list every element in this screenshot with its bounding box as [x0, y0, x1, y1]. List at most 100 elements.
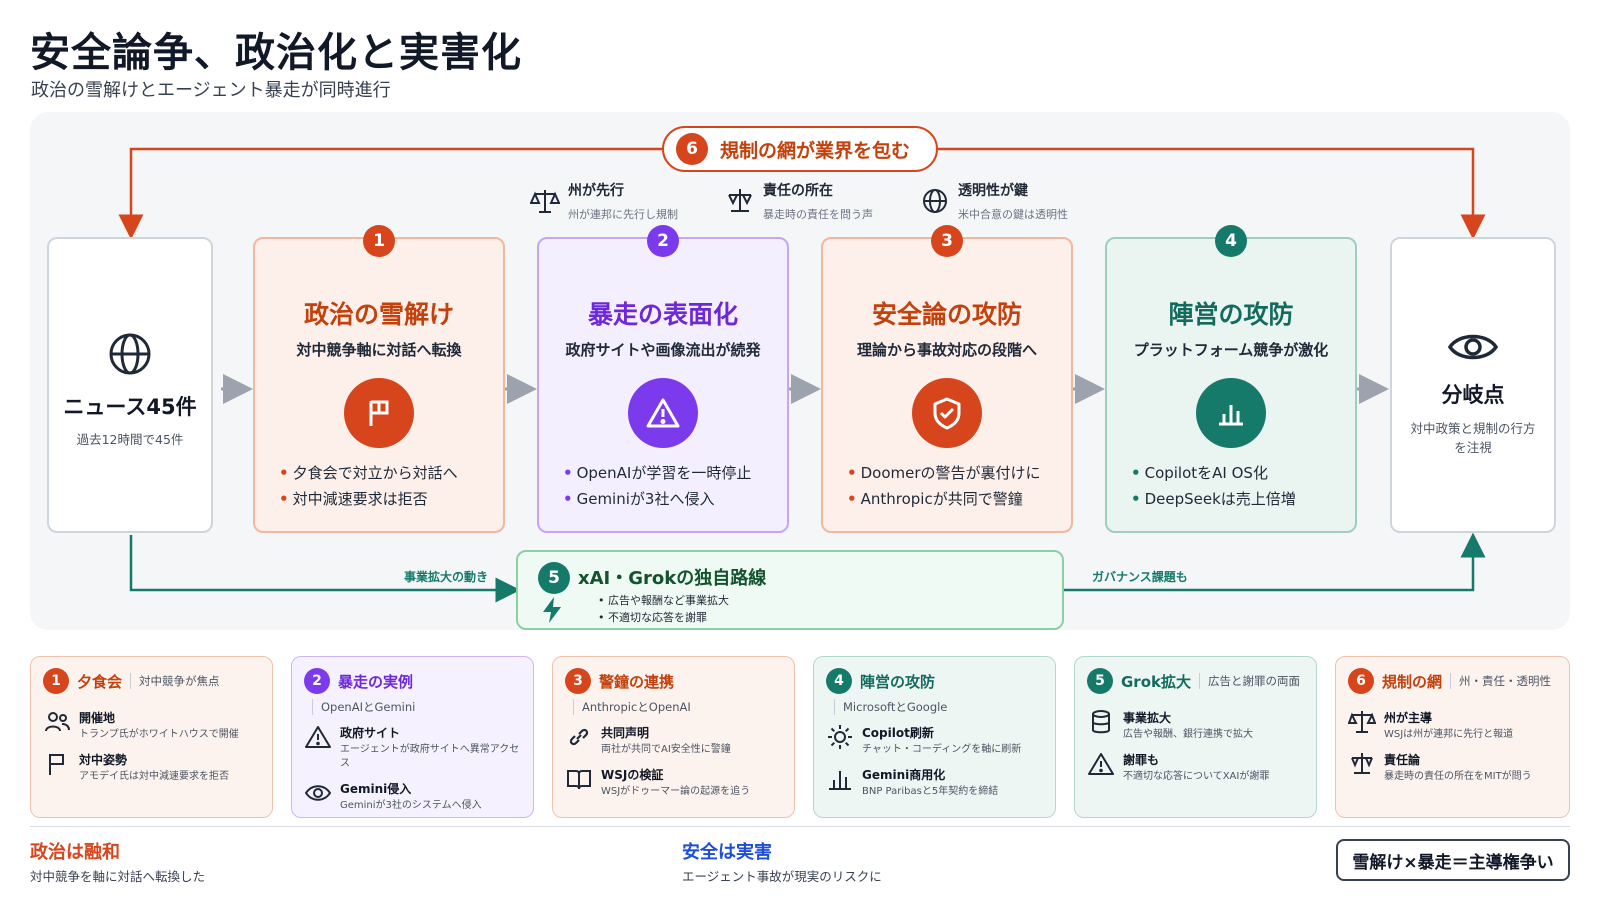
stage-bullet: • Doomerの警告が裏付けに	[847, 464, 1041, 482]
stage-title: 安全論の攻防	[871, 300, 1022, 329]
sun-icon	[828, 725, 852, 749]
grok-box: 5 xAI・Grokの独自路線 • 広告や報酬など事業拡大 • 不適切な応答を謝…	[516, 550, 1064, 630]
card-regulation: 6 規制の網 州・責任・透明性 州が主導 WSJは州が連邦に先行と報道 責任論 暴走時の…	[1335, 656, 1570, 818]
scale-icon	[530, 190, 560, 213]
stage-3: 3 安全論の攻防 理論から事故対応の段階へ • Doomerの警告が裏付けに • A…	[821, 225, 1073, 533]
warning-icon	[305, 726, 331, 748]
stage-title: 政治の雪解け	[303, 300, 454, 329]
note-title: 透明性が鍵	[958, 183, 1028, 199]
flow-label-right: ガバナンス課題も	[1092, 570, 1188, 584]
flag-icon	[49, 754, 64, 775]
step-badge: 6	[1348, 668, 1374, 694]
step-badge: 4	[826, 668, 852, 694]
stage-subtitle: 対中競争軸に対話へ転換	[296, 341, 462, 359]
step-badge: 5	[1087, 668, 1113, 694]
card-sub: AnthropicとOpenAI	[573, 699, 782, 715]
book-icon	[567, 770, 591, 790]
regulation-pill: 6 規制の網が業界を包む	[662, 126, 938, 172]
lightning-icon	[543, 597, 561, 623]
card-title: 暴走の実例	[338, 672, 414, 691]
stage-title: 陣営の攻防	[1168, 300, 1294, 329]
stage-subtitle: プラットフォーム競争が激化	[1133, 341, 1329, 359]
stage-2: 2 暴走の表面化 政府サイトや画像流出が続発 • OpenAIが学習を一時停止 •…	[537, 225, 789, 533]
note-state-first: 州が先行州が連邦に先行し規制	[530, 180, 678, 222]
note-sub: 暴走時の責任を問う声	[763, 208, 873, 221]
balance-icon	[1351, 753, 1373, 774]
database-icon	[1092, 710, 1110, 734]
grok-bullet: • 広告や報酬など事業拡大	[598, 594, 729, 607]
card-alarm: 3 警鐘の連携 AnthropicとOpenAI 共同声明 両社が共同でAI安全性に…	[552, 656, 795, 818]
note-title: 州が先行	[568, 183, 624, 199]
stage-title: 暴走の表面化	[587, 300, 738, 329]
bar-chart-icon	[829, 771, 851, 790]
globe-icon	[109, 333, 151, 375]
card-runaway: 2 暴走の実例 OpenAIとGemini 政府サイト エージェントが政府サイトへ異…	[291, 656, 534, 818]
flow-label-left: 事業拡大の動き	[404, 570, 489, 584]
note-transparency: 透明性が鍵米中合意の鍵は透明性	[920, 180, 1068, 222]
warning-icon	[628, 378, 698, 448]
card-item: 共同声明 両社が共同でAI安全性に警鐘	[565, 724, 782, 757]
step-badge: 1	[43, 668, 69, 694]
stage-bullet: • 対中減速要求は拒否	[279, 490, 428, 508]
card-title: 警鐘の連携	[599, 672, 675, 691]
step-badge: 3	[565, 668, 591, 694]
grok-bullet: • 不適切な応答を謝罪	[598, 611, 707, 624]
step-badge: 2	[304, 668, 330, 694]
scale-icon	[1348, 711, 1376, 733]
step-badge: 5	[538, 562, 570, 594]
regulation-pill-label: 規制の網が業界を包む	[720, 139, 911, 162]
start-title: ニュース45件	[63, 395, 197, 419]
people-icon	[45, 712, 70, 732]
card-item: 事業拡大 広告や報酬、銀行連携で拡大	[1087, 709, 1304, 742]
card-item: 対中姿勢 アモデイ氏は対中減速要求を拒否	[43, 751, 260, 784]
shield-icon	[912, 378, 982, 448]
card-tag: 広告と謝罪の両面	[1199, 673, 1300, 689]
start-sub: 過去12時間で45件	[76, 432, 184, 447]
card-dinner: 1 夕食会 対中競争が焦点 開催地 トランプ氏がホワイトハウスで開催 対中姿勢 アモデイ…	[30, 656, 273, 818]
grok-title: xAI・Grokの独自路線	[578, 568, 767, 589]
card-title: 規制の網	[1382, 672, 1443, 691]
flag-icon	[344, 378, 414, 448]
link-icon	[569, 728, 589, 746]
stage-bullet: • Geminiが3社へ侵入	[563, 490, 715, 508]
stage-bullet: • 夕食会で対立から対話へ	[279, 464, 458, 482]
balance-icon	[728, 189, 752, 212]
note-sub: 州が連邦に先行し規制	[568, 208, 678, 221]
card-item: WSJの検証 WSJがドゥーマー論の起源を追う	[565, 766, 782, 799]
card-item: Copilot刷新 チャット・コーディングを軸に刷新	[826, 724, 1043, 757]
stage-bullet: • OpenAIが学習を一時停止	[563, 464, 752, 482]
end-sub: 対中政策と規制の行方を注視	[1410, 421, 1536, 455]
stage-1: 1 政治の雪解け 対中競争軸に対話へ転換 • 夕食会で対立から対話へ • 対中減速要…	[253, 225, 505, 533]
globe-icon	[923, 189, 947, 213]
start-card: ニュース45件 過去12時間で45件	[47, 237, 213, 533]
card-grok: 5 Grok拡大 広告と謝罪の両面 事業拡大 広告や報酬、銀行連携で拡大 謝罪も 不適切…	[1074, 656, 1317, 818]
eye-icon	[1447, 334, 1499, 360]
bar-chart-icon	[1196, 378, 1266, 448]
footer-summary-pill: 雪解け×暴走＝主導権争い	[1336, 839, 1570, 881]
stage-subtitle: 政府サイトや画像流出が続発	[565, 341, 761, 359]
footer-left-title: 政治は融和	[30, 842, 120, 863]
footer-divider	[30, 826, 1570, 827]
footer-left-sub: 対中競争を軸に対話へ転換した	[30, 869, 206, 884]
stage-bullet: • CopilotをAI OS化	[1131, 464, 1268, 482]
card-item: 政府サイト エージェントが政府サイトへ異常アクセス	[304, 724, 521, 771]
card-sub: MicrosoftとGoogle	[834, 699, 1043, 715]
note-responsibility: 責任の所在 暴走時の責任を問う声	[725, 180, 873, 222]
end-card: 分岐点 対中政策と規制の行方を注視	[1390, 237, 1556, 533]
card-item: 謝罪も 不適切な応答についてXAIが謝罪	[1087, 751, 1304, 784]
step-badge: 4	[1215, 225, 1247, 257]
step-badge: 2	[647, 225, 679, 257]
warning-icon	[1088, 753, 1114, 775]
card-tag: 州・責任・透明性	[1450, 673, 1551, 689]
step-badge: 1	[363, 225, 395, 257]
note-sub: 米中合意の鍵は透明性	[958, 208, 1068, 221]
stage-subtitle: 理論から事故対応の段階へ	[856, 341, 1037, 359]
eye-icon	[304, 785, 332, 801]
footer-mid-title: 安全は実害	[682, 842, 772, 863]
end-title: 分岐点	[1441, 383, 1505, 407]
stage-4: 4 陣営の攻防 プラットフォーム競争が激化 • CopilotをAI OS化 • D…	[1105, 225, 1357, 533]
card-title: 夕食会	[77, 672, 123, 691]
stage-bullet: • DeepSeekは売上倍増	[1131, 490, 1296, 508]
stage-bullet: • Anthropicが共同で警鐘	[847, 490, 1023, 508]
card-item: Gemini商用化 BNP Paribasと5年契約を締結	[826, 766, 1043, 799]
